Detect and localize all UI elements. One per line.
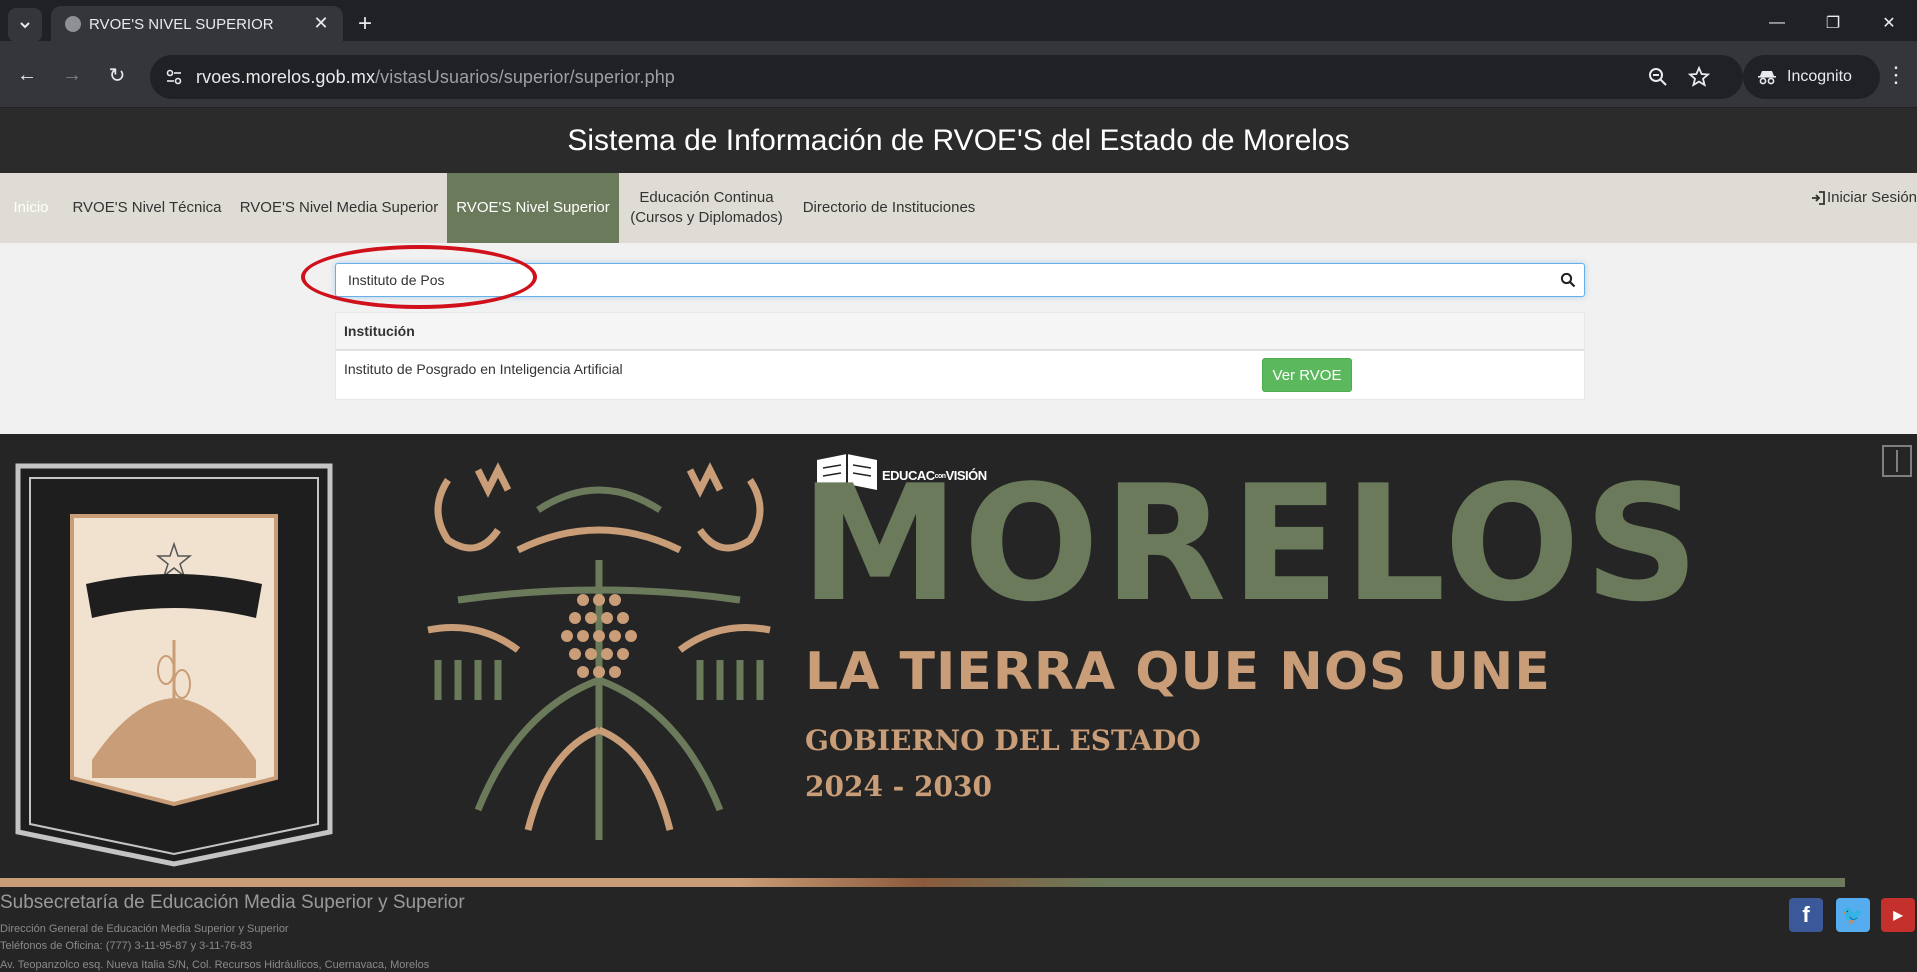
nav-rvoes-media-superior[interactable]: RVOE'S Nivel Media Superior (232, 173, 446, 243)
highlight-annotation (301, 245, 537, 309)
facebook-icon[interactable]: f (1789, 898, 1823, 932)
gobierno-label: GOBIERNO DEL ESTADO (805, 724, 1201, 757)
tab-search-button[interactable] (8, 8, 42, 42)
plus-icon[interactable]: + (350, 9, 380, 39)
url-text: rvoes.morelos.gob.mx/vistasUsuarios/supe… (196, 67, 675, 87)
search-icon[interactable] (1560, 272, 1576, 288)
nav-educacion-continua[interactable]: Educación Continua (Cursos y Diplomados) (619, 173, 794, 243)
gobierno-years: 2024 - 2030 (805, 770, 992, 803)
site-info-icon[interactable] (164, 67, 184, 87)
chevron-down-icon (20, 22, 30, 29)
footer-line-telefonos: Teléfonos de Oficina: (777) 3-11-95-87 y… (0, 940, 253, 952)
results-table: Institución Instituto de Posgrado en Int… (335, 312, 1585, 400)
tab-title: RVOE'S NIVEL SUPERIOR (89, 16, 274, 33)
login-label: Iniciar Sesión (1826, 189, 1917, 206)
youtube-icon[interactable]: ▶ (1881, 898, 1915, 932)
banner-tagline: LA TIERRA QUE NOS UNE (805, 642, 1551, 702)
back-icon[interactable]: ← (11, 59, 43, 91)
table-row: Instituto de Posgrado en Inteligencia Ar… (336, 351, 1584, 399)
reload-icon[interactable]: ↻ (101, 59, 133, 91)
address-bar[interactable]: rvoes.morelos.gob.mx/vistasUsuarios/supe… (150, 55, 1743, 99)
twitter-icon[interactable]: 🐦 (1836, 898, 1870, 932)
nav-educacion-continua-line2: (Cursos y Diplomados) (630, 209, 783, 226)
incognito-indicator[interactable]: Incognito (1743, 55, 1880, 99)
banner-stripe (0, 878, 1845, 887)
footer-title: Subsecretaría de Educación Media Superio… (0, 892, 465, 913)
main-nav: Inicio RVOE'S Nivel Técnica RVOE'S Nivel… (0, 173, 1917, 243)
login-icon (1811, 190, 1825, 205)
zoom-icon[interactable] (1646, 65, 1670, 89)
close-icon[interactable]: ✕ (309, 11, 333, 35)
browser-tab[interactable]: RVOE'S NIVEL SUPERIOR ✕ (51, 6, 343, 41)
institution-name: Instituto de Posgrado en Inteligencia Ar… (344, 361, 623, 377)
minimize-icon[interactable]: — (1757, 8, 1797, 38)
morelos-corner-logo (1882, 445, 1912, 477)
close-window-icon[interactable]: ✕ (1869, 8, 1909, 38)
nav-directorio[interactable]: Directorio de Instituciones (794, 173, 984, 243)
maize-emblem-logo (427, 462, 771, 840)
site-footer: Subsecretaría de Educación Media Superio… (0, 887, 1917, 972)
browser-toolbar: ← → ↻ rvoes.morelos.gob.mx/vistasUsuario… (0, 41, 1917, 108)
ver-rvoe-button[interactable]: Ver RVOE (1262, 358, 1352, 392)
footer-line-direccion-postal: Av. Teopanzolco esq. Nueva Italia S/N, C… (0, 959, 430, 971)
browser-tab-bar: RVOE'S NIVEL SUPERIOR ✕ + — ❐ ✕ (0, 0, 1917, 42)
state-crest-logo (15, 463, 333, 867)
results-column-header: Institución (336, 313, 1584, 351)
nav-rvoes-superior[interactable]: RVOE'S Nivel Superior (447, 173, 619, 243)
globe-icon (65, 16, 81, 32)
star-icon[interactable] (1687, 65, 1711, 89)
restore-icon[interactable]: ❐ (1813, 8, 1853, 38)
incognito-icon (1758, 71, 1776, 85)
government-banner: EDUCACconVISIÓN MORELOS LA TIERRA QUE NO… (0, 434, 1917, 887)
nav-educacion-continua-line1: Educación Continua (639, 189, 774, 206)
kebab-icon[interactable]: ⋮ (1880, 59, 1912, 91)
login-link[interactable]: Iniciar Sesión (1811, 189, 1917, 206)
morelos-wordmark: MORELOS (800, 450, 1704, 637)
forward-icon[interactable]: → (56, 59, 88, 91)
nav-rvoes-tecnica[interactable]: RVOE'S Nivel Técnica (62, 173, 232, 243)
page-title: Sistema de Información de RVOE'S del Est… (567, 123, 1350, 157)
footer-line-direccion: Dirección General de Educación Media Sup… (0, 923, 289, 935)
incognito-label: Incognito (1787, 68, 1852, 85)
nav-inicio[interactable]: Inicio (0, 173, 62, 243)
main-content: Instituto de Pos Institución Instituto d… (0, 243, 1917, 434)
site-header: Sistema de Información de RVOE'S del Est… (0, 108, 1917, 173)
